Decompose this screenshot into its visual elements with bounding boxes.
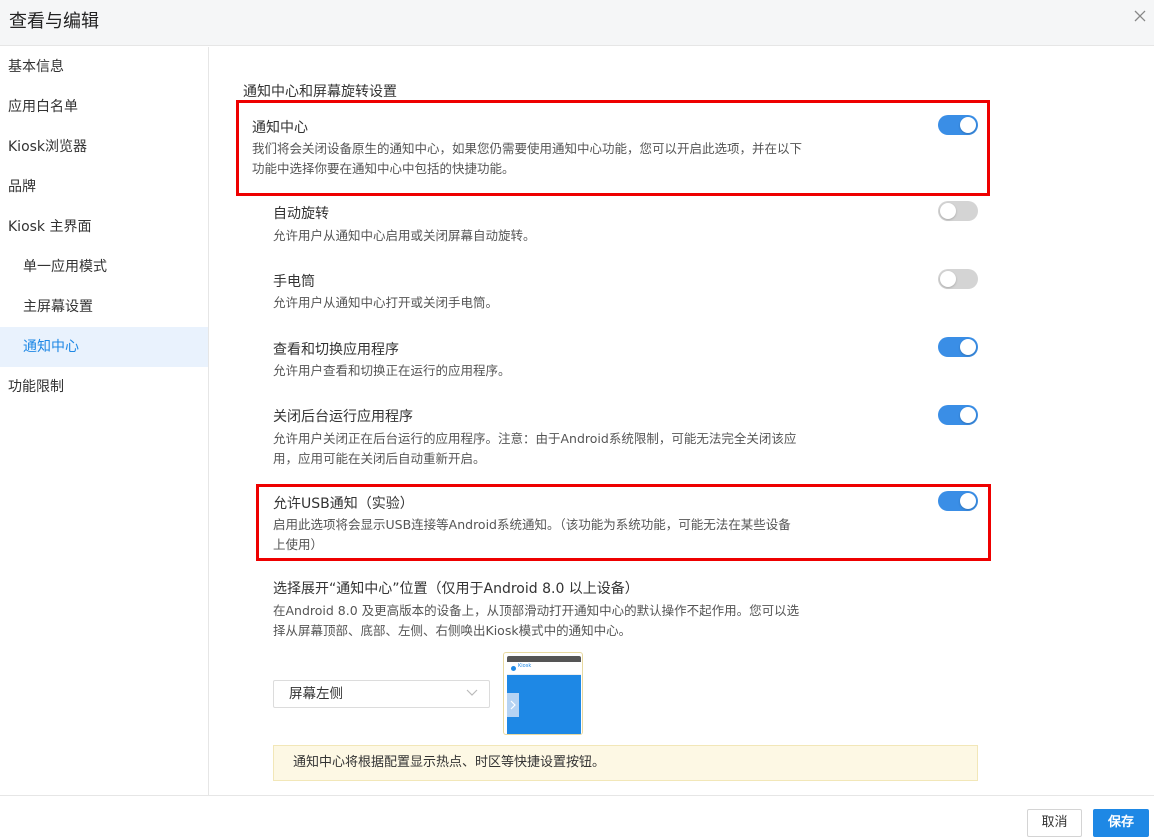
position-preview-image: Kiosk (503, 652, 583, 735)
chevron-right-icon (510, 700, 516, 710)
toggle-knob (960, 117, 976, 133)
view-switch-apps-toggle[interactable] (938, 337, 978, 357)
setting-desc: 在Android 8.0 及更高版本的设备上，从顶部滑动打开通知中心的默认操作不… (273, 603, 800, 638)
info-tip: 通知中心将根据配置显示热点、时区等快捷设置按钮。 (273, 745, 978, 781)
preview-logo-dot (511, 666, 516, 671)
main-content: 通知中心和屏幕旋转设置 通知中心 我们将会关闭设备原生的通知中心，如果您仍需要使… (210, 47, 1154, 795)
setting-name: 查看和切换应用程序 (273, 342, 399, 358)
sidebar: 基本信息 应用白名单 Kiosk浏览器 品牌 Kiosk 主界面 单一应用模式 … (0, 47, 209, 795)
setting-desc: 允许用户从通知中心打开或关闭手电筒。 (273, 295, 499, 310)
setting-desc: 允许用户从通知中心启用或关闭屏幕自动旋转。 (273, 228, 536, 243)
sidebar-item-brand[interactable]: 品牌 (0, 167, 208, 207)
setting-name: 手电筒 (273, 274, 315, 290)
save-button[interactable]: 保存 (1093, 809, 1149, 837)
notification-center-toggle[interactable] (938, 115, 978, 135)
sidebar-item-notification-center[interactable]: 通知中心 (0, 327, 208, 367)
cancel-button[interactable]: 取消 (1027, 809, 1082, 837)
toggle-knob (960, 339, 976, 355)
setting-name: 关闭后台运行应用程序 (273, 409, 413, 425)
setting-desc: 允许用户关闭正在后台运行的应用程序。注意：由于Android系统限制，可能无法完… (273, 431, 797, 466)
toggle-knob (940, 271, 956, 287)
toggle-knob (960, 407, 976, 423)
sidebar-item-home-screen-settings[interactable]: 主屏幕设置 (0, 287, 208, 327)
toggle-knob (960, 493, 976, 509)
setting-desc: 允许用户查看和切换正在运行的应用程序。 (273, 363, 511, 378)
setting-name: 允许USB通知（实验） (273, 496, 414, 512)
flashlight-toggle[interactable] (938, 269, 978, 289)
close-background-apps-toggle[interactable] (938, 405, 978, 425)
preview-handle (507, 693, 519, 717)
auto-rotate-toggle[interactable] (938, 201, 978, 221)
preview-label: Kiosk (518, 663, 532, 669)
setting-name: 通知中心 (252, 120, 308, 136)
notification-position-select[interactable]: 屏幕左侧 (273, 680, 490, 708)
chevron-down-icon (466, 689, 478, 696)
section-title: 通知中心和屏幕旋转设置 (243, 84, 397, 100)
sidebar-item-kiosk-browser[interactable]: Kiosk浏览器 (0, 127, 208, 167)
setting-name: 选择展开“通知中心”位置（仅用于Android 8.0 以上设备） (273, 581, 639, 597)
sidebar-item-single-app-mode[interactable]: 单一应用模式 (0, 247, 208, 287)
dialog-title: 查看与编辑 (9, 11, 99, 32)
close-icon[interactable] (1132, 8, 1148, 24)
toggle-knob (940, 203, 956, 219)
dialog-footer: 取消 保存 (0, 795, 1154, 838)
sidebar-item-kiosk-home[interactable]: Kiosk 主界面 (0, 207, 208, 247)
sidebar-item-app-whitelist[interactable]: 应用白名单 (0, 87, 208, 127)
setting-desc: 我们将会关闭设备原生的通知中心，如果您仍需要使用通知中心功能，您可以开启此选项，… (252, 141, 803, 176)
select-value: 屏幕左侧 (289, 686, 343, 702)
dialog-header: 查看与编辑 (0, 0, 1154, 46)
preview-top-bar: Kiosk (507, 662, 581, 675)
sidebar-item-feature-restrictions[interactable]: 功能限制 (0, 367, 208, 407)
sidebar-item-basic-info[interactable]: 基本信息 (0, 47, 208, 87)
setting-desc: 启用此选项将会显示USB连接等Android系统通知。（该功能为系统功能，可能无… (273, 517, 791, 552)
usb-notification-toggle[interactable] (938, 491, 978, 511)
setting-name: 自动旋转 (273, 206, 329, 222)
